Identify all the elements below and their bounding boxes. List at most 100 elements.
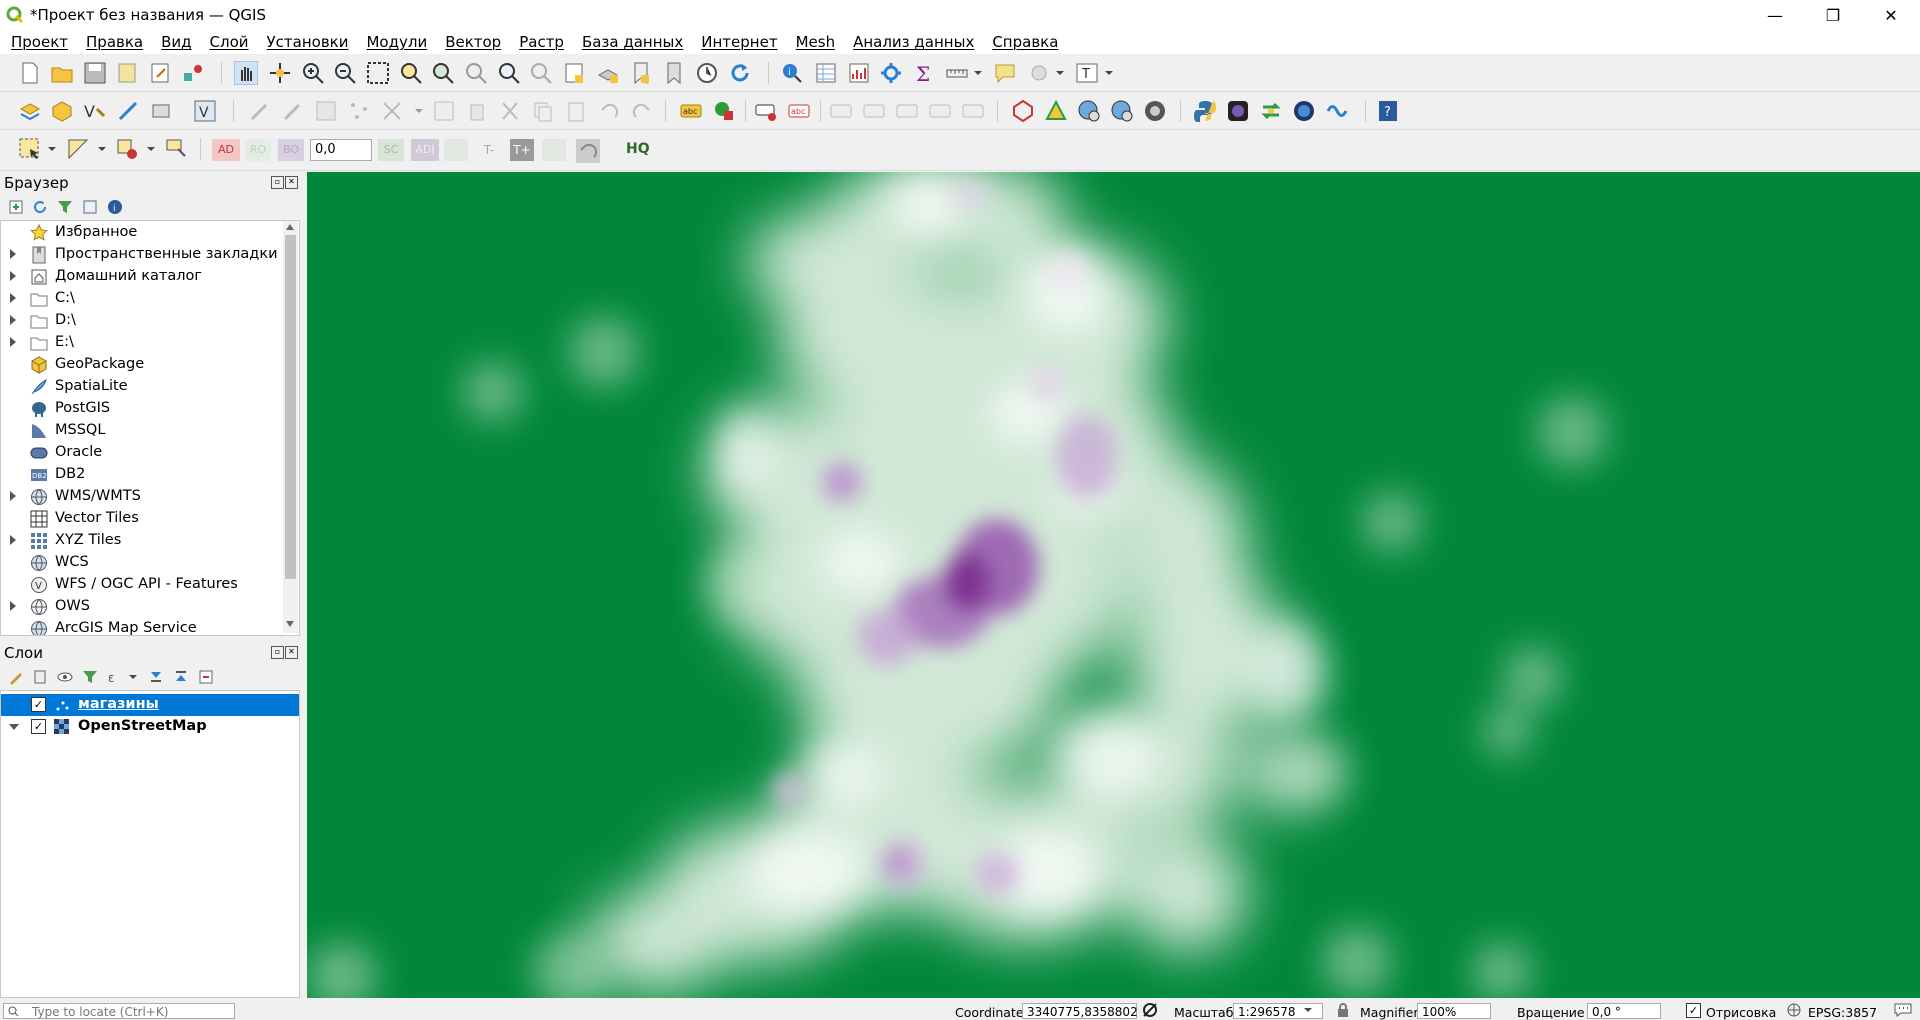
vertex-tool-icon[interactable] [380,99,404,123]
ro-button[interactable]: RO [245,139,271,161]
menu-plugins[interactable]: Модули [355,33,434,51]
filter-expression-icon[interactable]: ε [107,669,123,685]
sum-icon[interactable]: Σ [912,61,936,85]
menu-settings[interactable]: Установки [256,33,356,51]
hq-label[interactable]: HQ [626,141,650,157]
expand-arrow-icon[interactable] [10,315,16,325]
help-contents-icon[interactable]: ? [1376,99,1400,123]
browser-item-db2[interactable]: DB2 DB2 [1,464,283,486]
plugin-dark-icon[interactable] [1226,99,1250,123]
browser-item-spatial-bookmarks[interactable]: Пространственные закладки [1,244,283,266]
tool-button-blank[interactable] [444,139,468,161]
modify-attributes-icon[interactable] [432,99,456,123]
add-selected-layers-icon[interactable] [8,199,24,215]
digitize-icon[interactable] [347,99,371,123]
new-virtual-layer-icon[interactable]: V [193,99,217,123]
new-project-icon[interactable] [18,61,42,85]
undo-arrow-icon[interactable] [576,139,600,163]
expand-arrow-icon[interactable] [10,249,16,259]
label-options-icon[interactable]: abc [679,99,703,123]
chevron-down-icon[interactable] [413,99,425,123]
float-panel-icon[interactable]: ▫ [271,646,284,659]
plugin-sync-icon[interactable] [1259,99,1283,123]
toggle-extents-icon[interactable] [1142,1002,1158,1018]
t-plus-button[interactable]: T+ [510,139,534,161]
messages-icon[interactable] [1894,1003,1912,1017]
map-tips-icon[interactable] [993,61,1017,85]
save-project-icon[interactable] [83,61,107,85]
browser-item-wms[interactable]: WMS/WMTS [1,486,283,508]
annotation-icon[interactable] [1027,61,1051,85]
expand-arrow-icon[interactable] [10,337,16,347]
lock-icon[interactable] [1336,1003,1350,1017]
menu-layer[interactable]: Слой [199,33,256,51]
float-panel-icon[interactable]: ▫ [271,176,284,189]
menu-mesh[interactable]: Mesh [785,33,843,51]
cut-features-icon[interactable] [498,99,522,123]
browser-item-drive-c[interactable]: C:\ [1,288,283,310]
label-properties-icon[interactable] [961,99,985,123]
filter-legend-icon[interactable] [82,669,98,685]
refresh-icon[interactable] [728,61,752,85]
close-button[interactable]: ✕ [1862,0,1920,30]
new-3d-view-icon[interactable] [596,61,620,85]
style-panel-icon[interactable] [8,669,24,685]
crs-globe-icon[interactable] [1786,1003,1802,1017]
add-group-icon[interactable] [32,669,48,685]
plugin-globe-icon[interactable] [1292,99,1316,123]
plugin-web-icon[interactable] [1143,99,1167,123]
zoom-to-selection-icon[interactable] [399,61,423,85]
browser-item-xyz-tiles[interactable]: XYZ Tiles [1,530,283,552]
menu-raster[interactable]: Растр [508,33,571,51]
new-map-view-icon[interactable] [563,61,587,85]
pan-to-selection-icon[interactable] [268,61,292,85]
geometry-checker-icon[interactable] [1011,99,1035,123]
close-panel-icon[interactable]: ✕ [285,646,298,659]
georeferencer-icon[interactable] [1077,99,1101,123]
pan-map-icon[interactable] [234,61,258,85]
heatmap-layer[interactable] [307,172,1920,998]
chevron-down-icon[interactable] [1303,1006,1313,1014]
deselect-features-icon[interactable] [115,137,139,161]
identify-features-icon[interactable]: i [780,61,804,85]
browser-item-spatialite[interactable]: SpatiaLite [1,376,283,398]
undo-icon[interactable] [597,99,621,123]
browser-tree[interactable]: Избранное Пространственные закладки Дома… [0,220,300,636]
browser-item-wcs[interactable]: WCS [1,552,283,574]
zoom-to-layer-icon[interactable] [431,61,455,85]
new-temporary-layer-icon[interactable] [149,99,173,123]
layer-visibility-checkbox[interactable]: ✓ [31,697,46,712]
expand-arrow-icon[interactable] [10,601,16,611]
select-location-icon[interactable] [164,137,188,161]
browser-item-drive-e[interactable]: E:\ [1,332,283,354]
collapse-all-icon[interactable] [82,199,98,215]
manage-visibility-icon[interactable] [57,669,73,685]
chevron-down-icon[interactable] [1103,61,1115,85]
sc-button[interactable]: SC [378,139,404,161]
attribute-table-icon[interactable] [814,61,838,85]
chevron-down-icon[interactable] [96,137,108,161]
highlight-pinned-labels-icon[interactable] [754,99,778,123]
expand-arrow-icon[interactable] [10,271,16,281]
toggle-editing-icon[interactable] [281,99,305,123]
browser-item-ows[interactable]: OWS [1,596,283,618]
open-project-icon[interactable] [50,61,74,85]
expand-arrow-icon[interactable] [10,535,16,545]
browser-item-vector-tiles[interactable]: Vector Tiles [1,508,283,530]
menu-help[interactable]: Справка [981,33,1065,51]
select-by-value-icon[interactable] [66,137,90,161]
select-features-icon[interactable] [18,137,42,161]
pin-labels-icon[interactable]: abc [787,99,811,123]
coordinate-field[interactable]: 3340775,8358802 [1022,1003,1138,1019]
zoom-full-icon[interactable] [366,61,390,85]
new-bookmark-icon[interactable] [629,61,653,85]
redo-icon[interactable] [630,99,654,123]
browser-item-drive-d[interactable]: D:\ [1,310,283,332]
layers-tree[interactable]: ✓ магазины ✓ OpenStreetMap [0,690,300,998]
browser-item-arcgis[interactable]: ArcGIS Map Service [1,618,283,635]
rotation-spinbox[interactable]: 0,0 [310,139,372,161]
chevron-down-icon[interactable] [145,137,157,161]
scroll-up-icon[interactable] [286,224,294,230]
browser-item-postgis[interactable]: PostGIS [1,398,283,420]
remove-layer-icon[interactable] [198,669,214,685]
